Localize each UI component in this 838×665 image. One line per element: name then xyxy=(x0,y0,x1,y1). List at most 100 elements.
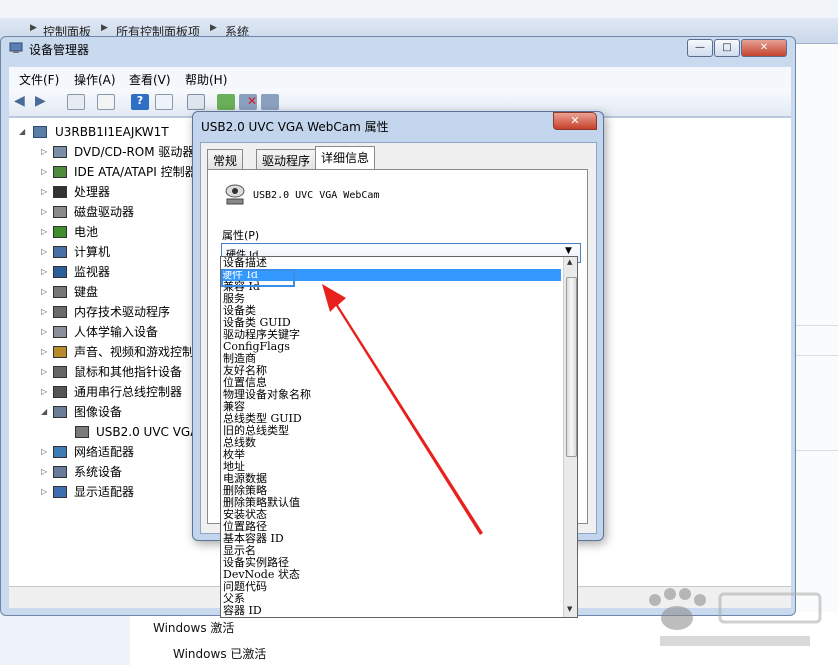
dropdown-option[interactable]: 服务 xyxy=(223,293,245,304)
dropdown-option[interactable]: DevNode 状态 xyxy=(223,569,300,580)
expand-arrow-icon[interactable]: ▷ xyxy=(41,223,47,241)
expand-arrow-icon[interactable]: ▷ xyxy=(41,303,47,321)
menu-action[interactable]: 操作(A) xyxy=(74,71,116,88)
webcam-icon xyxy=(225,184,245,205)
dialog-title: USB2.0 UVC VGA WebCam 属性 xyxy=(201,120,389,134)
property-dropdown-list[interactable]: 设备描述 硬件 Id 兼容 Id 服务 设备类 设备类 GUID 驱动程序关键字 Config… xyxy=(220,256,578,618)
menu-file[interactable]: 文件(F) xyxy=(19,71,59,88)
dialog-close-button[interactable]: ✕ xyxy=(553,112,597,130)
tab-details[interactable]: 详细信息 xyxy=(315,146,376,171)
dropdown-option[interactable]: 驱动程序关键字 xyxy=(223,329,300,340)
computer-icon xyxy=(33,126,47,138)
dropdown-option[interactable]: 设备描述 xyxy=(223,257,267,268)
dropdown-option[interactable]: 显示名 xyxy=(223,545,256,556)
dropdown-option[interactable]: 删除策略默认值 xyxy=(223,497,300,508)
dropdown-option[interactable]: ConfigFlags xyxy=(223,341,290,352)
activation-heading: Windows 激活 xyxy=(153,621,235,635)
collapse-arrow-icon[interactable]: ◢ xyxy=(19,123,25,141)
dropdown-scrollbar[interactable]: ▲ ▼ xyxy=(563,257,577,617)
back-arrow-icon[interactable]: ◀ xyxy=(14,94,32,110)
menu-help[interactable]: 帮助(H) xyxy=(185,71,227,88)
tree-item-label: 内存技术驱动程序 xyxy=(74,305,171,319)
expand-arrow-icon[interactable]: ▷ xyxy=(41,343,47,361)
menu-view[interactable]: 查看(V) xyxy=(129,71,171,88)
property-label: 属性(P) xyxy=(222,229,260,242)
divider xyxy=(792,325,838,326)
help-icon[interactable]: ? xyxy=(131,94,149,110)
background-nav-pane xyxy=(0,612,130,665)
display-icon xyxy=(53,486,67,498)
expand-arrow-icon[interactable]: ▷ xyxy=(41,463,47,481)
dropdown-option[interactable]: 位置信息 xyxy=(223,377,267,388)
expand-arrow-icon[interactable]: ▷ xyxy=(41,443,47,461)
tree-item-label: IDE ATA/ATAPI 控制器 xyxy=(74,165,197,179)
ide-icon xyxy=(53,166,67,178)
scroll-up-icon[interactable]: ▲ xyxy=(567,258,572,266)
expand-arrow-icon[interactable]: ▷ xyxy=(41,203,47,221)
dropdown-option[interactable]: 兼容 xyxy=(223,401,245,412)
dropdown-option[interactable]: 制造商 xyxy=(223,353,256,364)
scan-hardware-icon[interactable] xyxy=(187,94,205,110)
dropdown-option[interactable]: 设备类 GUID xyxy=(223,317,291,328)
disable-icon[interactable] xyxy=(261,94,279,110)
webcam-icon xyxy=(75,426,89,438)
dropdown-option[interactable]: 安装状态 xyxy=(223,509,267,520)
tab-driver[interactable]: 驱动程序 xyxy=(256,149,317,170)
expand-arrow-icon[interactable]: ▷ xyxy=(41,483,47,501)
tab-general[interactable]: 常规 xyxy=(207,149,244,170)
dropdown-option[interactable]: 总线数 xyxy=(223,437,256,448)
expand-arrow-icon[interactable]: ▷ xyxy=(41,163,47,181)
forward-arrow-icon[interactable]: ▶ xyxy=(35,94,53,110)
tree-item-label: 显示适配器 xyxy=(74,485,135,499)
show-hide-tree-icon[interactable] xyxy=(67,94,85,110)
breadcrumb-separator-icon: ▶ xyxy=(30,23,37,33)
dropdown-option[interactable]: 父系 xyxy=(223,593,245,604)
disk-icon xyxy=(53,206,67,218)
collapse-arrow-icon[interactable]: ◢ xyxy=(41,403,47,421)
dropdown-option[interactable]: 设备类 xyxy=(223,305,256,316)
expand-arrow-icon[interactable]: ▷ xyxy=(41,143,47,161)
scrollbar-thumb[interactable] xyxy=(566,277,577,457)
expand-arrow-icon[interactable]: ▷ xyxy=(41,283,47,301)
battery-icon xyxy=(53,226,67,238)
dropdown-option[interactable]: 问题代码 xyxy=(223,581,267,592)
device-name: USB2.0 UVC VGA WebCam xyxy=(253,190,380,201)
dropdown-option[interactable]: 设备实例路径 xyxy=(223,557,289,568)
keyboard-icon xyxy=(53,286,67,298)
breadcrumb-separator-icon: ▶ xyxy=(101,23,108,33)
uninstall-icon[interactable]: ✕ xyxy=(239,94,257,110)
dropdown-option[interactable]: 容器 ID xyxy=(223,605,262,616)
expand-arrow-icon[interactable]: ▷ xyxy=(41,383,47,401)
dropdown-option[interactable]: 总线类型 GUID xyxy=(223,413,302,424)
minimize-button[interactable]: — xyxy=(687,39,713,57)
close-button[interactable]: ✕ xyxy=(741,39,787,57)
tree-item-label: 通用串行总线控制器 xyxy=(74,385,183,399)
properties-icon[interactable] xyxy=(97,94,115,110)
expand-arrow-icon[interactable]: ▷ xyxy=(41,243,47,261)
dropdown-option[interactable]: 电源数据 xyxy=(223,473,267,484)
breadcrumb-separator-icon: ▶ xyxy=(210,23,217,33)
tree-item-label: 人体学输入设备 xyxy=(74,325,159,339)
activation-status: Windows 已激活 xyxy=(173,647,267,661)
tree-item-label: 声音、视频和游戏控制器 xyxy=(74,345,207,359)
dropdown-arrow-icon[interactable]: ▼ xyxy=(565,246,572,256)
dvd-icon xyxy=(53,146,67,158)
action-pane-icon[interactable] xyxy=(155,94,173,110)
update-driver-icon[interactable] xyxy=(217,94,235,110)
expand-arrow-icon[interactable]: ▷ xyxy=(41,363,47,381)
dropdown-option[interactable]: 旧的总线类型 xyxy=(223,425,289,436)
maximize-button[interactable]: □ xyxy=(714,39,740,57)
expand-arrow-icon[interactable]: ▷ xyxy=(41,323,47,341)
usb-icon xyxy=(53,386,67,398)
expand-arrow-icon[interactable]: ▷ xyxy=(41,183,47,201)
dropdown-option[interactable]: 物理设备对象名称 xyxy=(223,389,311,400)
dropdown-option[interactable]: 基本容器 ID xyxy=(223,533,284,544)
expand-arrow-icon[interactable]: ▷ xyxy=(41,263,47,281)
dropdown-option[interactable]: 友好名称 xyxy=(223,365,267,376)
dropdown-option[interactable]: 枚举 xyxy=(223,449,245,460)
scroll-down-icon[interactable]: ▼ xyxy=(567,605,572,613)
tree-item-label: 计算机 xyxy=(74,245,111,259)
dropdown-option[interactable]: 位置路径 xyxy=(223,521,267,532)
dropdown-option[interactable]: 地址 xyxy=(223,461,245,472)
dropdown-option[interactable]: 删除策略 xyxy=(223,485,267,496)
